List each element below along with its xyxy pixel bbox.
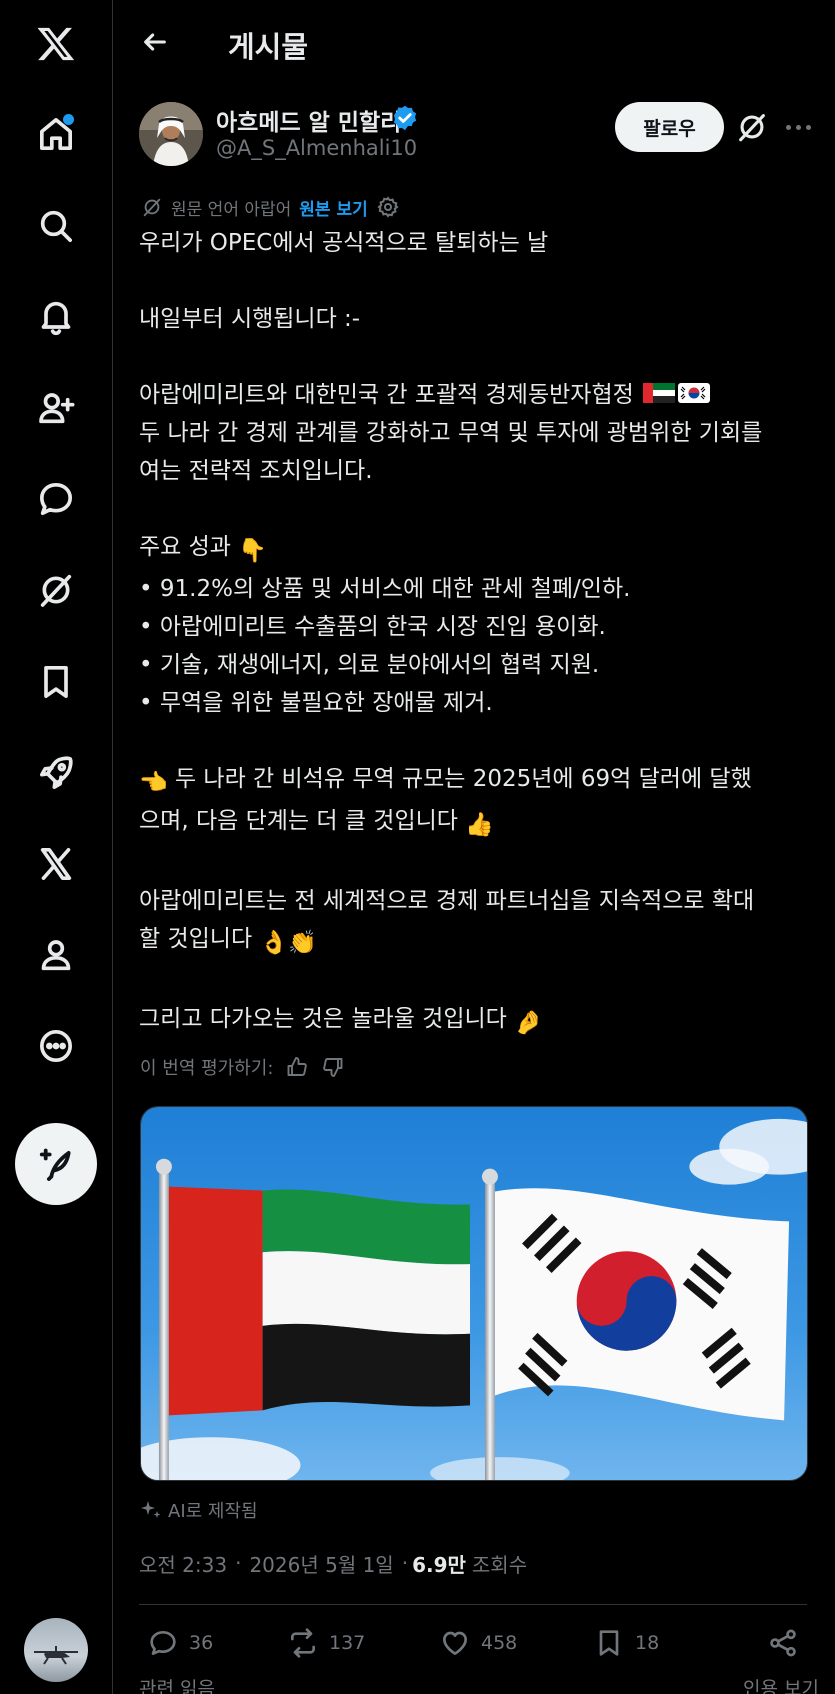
grok-icon[interactable] <box>26 560 86 620</box>
post-image[interactable] <box>140 1106 808 1481</box>
x-premium-icon[interactable] <box>26 834 86 894</box>
author-avatar[interactable] <box>139 102 203 166</box>
sparkle-icon <box>141 1501 161 1518</box>
left-nav <box>0 0 113 1694</box>
share-button[interactable] <box>767 1620 799 1666</box>
thumbs-down-icon[interactable] <box>321 1055 345 1079</box>
post-detail: 게시물 아흐메드 알 민할리 @A_S_Almenhali10 팔로우 원문 언… <box>113 0 835 1694</box>
bookmark-icon <box>599 1630 619 1656</box>
grok-translate-icon <box>141 196 163 218</box>
rate-translation: 이 번역 평가하기: <box>140 1053 345 1081</box>
post-line: 우리가 OPEC에서 공식적으로 탈퇴하는 날 <box>139 230 549 256</box>
heart-icon <box>443 1631 467 1655</box>
post-text: 우리가 OPEC에서 공식적으로 탈퇴하는 날 내일부터 시행됩니다 :- 아랍… <box>139 224 819 1042</box>
post-line-text: 할 것입니다 <box>139 926 253 952</box>
post-meta: 오전 2:33 · 2026년 5월 1일 · 6.9만 조회수 <box>139 1548 527 1578</box>
divider <box>139 1604 807 1605</box>
post-line: • 무역을 위한 불필요한 장애물 제거. <box>139 690 493 716</box>
view-count: 6.9만 <box>412 1552 466 1577</box>
korea-flag-emoji-icon <box>678 383 711 403</box>
post-more-menu-icon[interactable] <box>780 110 816 144</box>
follow-people-icon[interactable] <box>26 378 86 438</box>
notifications-bell-icon[interactable] <box>26 287 86 347</box>
translation-notice: 원문 언어 아랍어 원본 보기 <box>141 192 400 222</box>
post-line: 아랍에미리트는 전 세계적으로 경제 파트너십을 지속적으로 확대 <box>139 888 755 914</box>
flags-image <box>141 1107 807 1480</box>
pinch-emoji-icon: 🤌 <box>514 1010 543 1036</box>
post-line: • 아랍에미리트 수출품의 한국 시장 진입 용이화. <box>139 614 606 640</box>
more-options-icon[interactable] <box>26 1016 86 1076</box>
view-quotes-link[interactable]: 인용 보기 <box>743 1674 819 1694</box>
post-line-trade: 👈 두 나라 간 비석유 무역 규모는 2025년에 69억 달러에 달했 <box>139 760 819 802</box>
thumbs-up-icon[interactable] <box>285 1055 309 1079</box>
post-line-next: 으며, 다음 단계는 더 클 것입니다 👍 <box>139 802 819 844</box>
search-icon[interactable] <box>26 196 86 256</box>
notification-dot <box>63 114 74 125</box>
post-line-text: 주요 성과 <box>139 534 231 560</box>
bookmark-count: 18 <box>635 1632 660 1654</box>
translation-settings-gear-icon[interactable] <box>376 195 400 219</box>
post-time[interactable]: 오전 2:33 <box>139 1549 227 1578</box>
point-down-emoji-icon: 👇 <box>238 538 267 564</box>
post-date[interactable]: 2026년 5월 1일 <box>249 1549 393 1578</box>
bottom-links: 관련 읽음 인용 보기 <box>139 1674 819 1694</box>
author-handle[interactable]: @A_S_Almenhali10 <box>216 136 417 160</box>
post-line-fta: 아랍에미리트와 대한민국 간 포괄적 경제동반자협정 <box>139 376 819 414</box>
x-logo-icon[interactable] <box>26 14 86 74</box>
share-icon <box>770 1629 796 1657</box>
post-line: • 기술, 재생에너지, 의료 분야에서의 협력 지원. <box>139 652 600 678</box>
action-bar: 36 137 458 18 <box>139 1620 819 1666</box>
compose-post-button[interactable] <box>15 1123 97 1205</box>
repost-count: 137 <box>329 1632 366 1654</box>
ok-hand-emoji-icon: 👌 <box>259 930 289 956</box>
rate-translation-label: 이 번역 평가하기: <box>140 1058 274 1079</box>
thumbs-up-emoji-icon: 👍 <box>465 812 494 838</box>
follow-button[interactable]: 팔로우 <box>615 102 724 152</box>
premium-rocket-icon[interactable] <box>26 743 86 803</box>
post-line-text: 두 나라 간 비석유 무역 규모는 2025년에 69억 달러에 달했 <box>174 766 752 792</box>
app-root: 게시물 아흐메드 알 민할리 @A_S_Almenhali10 팔로우 원문 언… <box>0 0 835 1694</box>
uae-flag-emoji-icon <box>643 383 676 403</box>
post-line: • 91.2%의 상품 및 서비스에 대한 관세 철폐/인하. <box>139 576 631 602</box>
post-line-expand: 할 것입니다 👌👏 <box>139 920 819 962</box>
top-bar: 게시물 <box>113 0 835 84</box>
repost-icon <box>291 1628 315 1658</box>
point-left-emoji-icon: 👈 <box>139 770 168 796</box>
verified-badge-icon <box>391 104 419 132</box>
grok-explain-icon[interactable] <box>735 110 769 144</box>
arrow-left-icon <box>144 33 166 51</box>
author-name[interactable]: 아흐메드 알 민할리 <box>216 103 401 137</box>
home-icon[interactable] <box>26 104 86 164</box>
view-count-label: 조회수 <box>471 1552 528 1577</box>
repost-button[interactable]: 137 <box>287 1620 365 1666</box>
like-button[interactable]: 458 <box>439 1620 517 1666</box>
translation-note: 원문 언어 아랍어 <box>171 199 292 220</box>
show-original-link[interactable]: 원본 보기 <box>299 195 367 220</box>
post-line: 두 나라 간 경제 관계를 강화하고 무역 및 투자에 광범위한 기회를 <box>139 420 763 446</box>
post-line-final: 그리고 다가오는 것은 놀라울 것입니다 🤌 <box>139 1000 819 1042</box>
ai-generated-label: AI로 제작됨 <box>139 1496 258 1524</box>
post-line: 여는 전략적 조치입니다. <box>139 458 373 484</box>
clap-emoji-icon: 👏 <box>288 930 317 956</box>
account-avatar[interactable] <box>24 1618 88 1682</box>
post-line-text: 으며, 다음 단계는 더 클 것입니다 <box>139 808 458 834</box>
back-button[interactable] <box>135 22 175 62</box>
messages-icon[interactable] <box>26 469 86 529</box>
compose-feather-icon <box>39 1148 71 1181</box>
post-line-text: 아랍에미리트와 대한민국 간 포괄적 경제동반자협정 <box>139 382 634 408</box>
reply-button[interactable]: 36 <box>147 1620 213 1666</box>
reply-icon <box>150 1631 176 1655</box>
post-line-highlights: 주요 성과 👇 <box>139 528 819 570</box>
ai-label-text: AI로 제작됨 <box>168 1501 258 1522</box>
post-line: 내일부터 시행됩니다 :- <box>139 306 361 332</box>
post-line-text: 그리고 다가오는 것은 놀라울 것입니다 <box>139 1006 507 1032</box>
like-count: 458 <box>481 1632 518 1654</box>
profile-icon[interactable] <box>26 925 86 985</box>
reply-count: 36 <box>189 1632 214 1654</box>
related-reads-link[interactable]: 관련 읽음 <box>139 1678 215 1694</box>
bookmarks-icon[interactable] <box>26 652 86 712</box>
page-title: 게시물 <box>228 30 309 64</box>
bookmark-button[interactable]: 18 <box>593 1620 659 1666</box>
